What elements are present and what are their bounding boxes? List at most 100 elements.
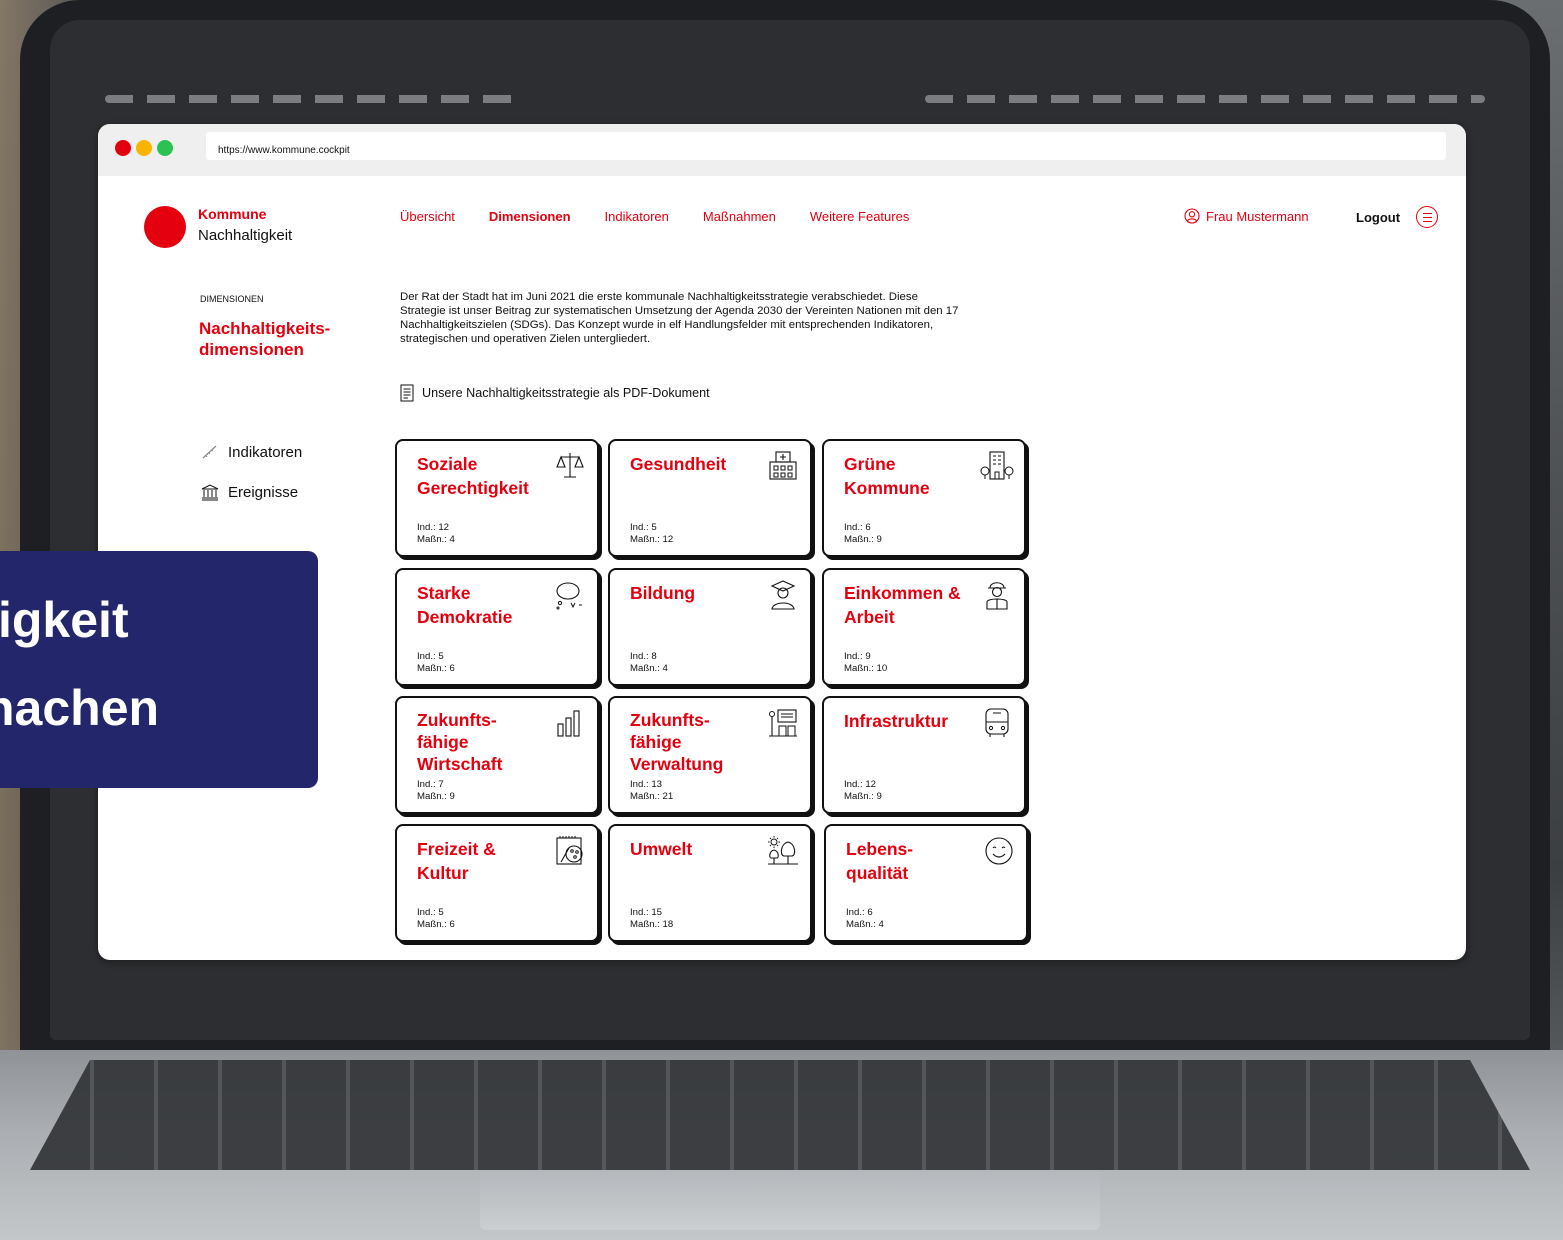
card-indicators: Ind.: 5 [417,907,444,918]
minimize-window-button[interactable] [136,140,152,156]
card-title: Einkommen & Arbeit [844,583,961,627]
speech-bubbles-icon [556,582,582,610]
close-window-button[interactable] [115,140,131,156]
bar-chart-icon [557,710,580,737]
nav-item-dimensionen[interactable]: Dimensionen [489,209,571,224]
hamburger-menu-icon[interactable] [1416,206,1438,228]
card-title: Bildung [630,583,696,603]
card-indicators: Ind.: 12 [844,779,877,790]
maximize-window-button[interactable] [157,140,173,156]
office-desk-icon [769,709,797,737]
nav-item-weitere-features[interactable]: Weitere Features [810,209,909,224]
card-title: Starke Demokratie [417,583,513,627]
palette-icon [556,836,583,865]
card-meta: Ind.: 6 Maßn.: 9 [844,522,882,545]
tree-sun-icon [768,836,798,865]
page-title: Nachhaltigkeits-dimensionen [199,319,331,360]
card-measures: Maßn.: 18 [630,918,674,930]
card-measures: Maßn.: 10 [844,662,888,674]
graduate-icon [770,580,796,610]
card-measures: Maßn.: 4 [630,662,668,674]
card-title: Gesundheit [630,454,727,474]
card-title: Freizeit & Kultur [417,839,496,883]
dimension-card-gruene-kommune[interactable]: Grüne Kommune Ind.: 6 Maßn.: 9 [822,439,1026,557]
sidebar-item-label: Ereignisse [228,483,299,501]
card-measures: Maßn.: 21 [630,790,674,802]
card-meta: Ind.: 12 Maßn.: 4 [417,522,455,545]
dimension-card-einkommen-arbeit[interactable]: Einkommen & Arbeit Ind.: 9 Maßn.: 10 [822,568,1026,686]
card-indicators: Ind.: 5 [630,522,657,533]
sidebar-item-indikatoren[interactable]: Indikatoren [200,442,302,462]
card-title: Zukunfts-fähige Wirtschaft [417,710,503,774]
card-meta: Ind.: 6 Maßn.: 4 [846,907,884,930]
card-indicators: Ind.: 7 [417,779,444,790]
ruler-icon [202,445,217,459]
hospital-icon [769,451,797,480]
user-name: Frau Mustermann [1206,208,1309,224]
intro-text: Der Rat der Stadt hat im Juni 2021 die e… [400,291,959,346]
card-measures: Maßn.: 6 [417,918,455,930]
pdf-link-label: Unsere Nachhaltigkeitsstrategie als PDF-… [422,386,710,400]
card-indicators: Ind.: 5 [417,651,444,662]
card-measures: Maßn.: 9 [417,790,455,802]
card-meta: Ind.: 15 Maßn.: 18 [630,907,673,930]
card-measures: Maßn.: 6 [417,662,455,674]
dimension-card-umwelt[interactable]: Umwelt Ind.: 15 Maßn.: 18 [608,824,812,942]
card-measures: Maßn.: 4 [417,533,455,545]
card-indicators: Ind.: 8 [630,651,657,662]
card-indicators: Ind.: 13 [630,779,663,790]
nav-item-uebersicht[interactable]: Übersicht [400,209,455,224]
laptop-trackpad [480,1170,1100,1230]
card-indicators: Ind.: 6 [844,522,871,533]
dimension-card-gesundheit[interactable]: Gesundheit Ind.: 5 Maßn.: 12 [608,439,812,557]
card-meta: Ind.: 5 Maßn.: 6 [417,907,455,930]
logo-icon[interactable] [144,206,186,248]
card-meta: Ind.: 7 Maßn.: 9 [417,779,455,802]
promo-banner: igkeit nachen [0,551,318,788]
card-title: Umwelt [630,839,693,859]
dimension-card-bildung[interactable]: Bildung Ind.: 8 Maßn.: 4 [608,568,812,686]
card-meta: Ind.: 12 Maßn.: 9 [844,779,882,802]
dimension-card-infrastruktur[interactable]: Infrastruktur Ind.: 12 Maßn.: 9 [822,696,1026,814]
dimension-card-starke-demokratie[interactable]: Starke Demokratie Ind.: 5 Maßn.: 6 [395,568,599,686]
logout-button[interactable]: Logout [1356,210,1400,225]
main-nav: Übersicht Dimensionen Indikatoren Maßnah… [400,209,943,224]
mac-menubar-blurred [105,90,1485,108]
dimension-card-soziale-gerechtigkeit[interactable]: Soziale Gerechtigkeit Ind.: 12 Maßn.: 4 [395,439,599,557]
card-measures: Maßn.: 9 [844,533,882,545]
user-menu[interactable]: Frau Mustermann [1184,208,1309,224]
card-measures: Maßn.: 9 [844,790,882,802]
card-title: Grüne Kommune [844,454,930,498]
museum-icon [201,484,219,501]
card-title: Zukunfts-fähige Verwaltung [630,710,724,774]
dimension-card-freizeit-kultur[interactable]: Freizeit & Kultur Ind.: 5 Maßn.: 6 [395,824,599,942]
nav-item-indikatoren[interactable]: Indikatoren [605,209,669,224]
brand-name[interactable]: Kommune [198,206,266,222]
brand-subtitle: Nachhaltigkeit [198,227,293,244]
card-indicators: Ind.: 6 [846,907,873,918]
card-measures: Maßn.: 12 [630,533,674,545]
card-indicators: Ind.: 12 [417,522,450,533]
pdf-download-link[interactable]: Unsere Nachhaltigkeitsstrategie als PDF-… [400,384,710,402]
card-meta: Ind.: 13 Maßn.: 21 [630,779,673,802]
green-building-icon [980,451,1014,480]
card-meta: Ind.: 8 Maßn.: 4 [630,651,668,674]
card-indicators: Ind.: 9 [844,651,871,662]
dimension-card-zukunftsfaehige-wirtschaft[interactable]: Zukunfts-fähige Wirtschaft Ind.: 7 Maßn.… [395,696,599,814]
nav-item-massnahmen[interactable]: Maßnahmen [703,209,776,224]
user-icon [1184,208,1200,224]
card-title: Infrastruktur [844,711,949,731]
url-bar[interactable]: https://www.kommune.cockpit [206,132,1446,160]
browser-titlebar: https://www.kommune.cockpit [98,124,1466,176]
card-title: Lebens-qualität [846,839,914,883]
card-meta: Ind.: 9 Maßn.: 10 [844,651,887,674]
laptop-keyboard [30,1060,1530,1170]
card-meta: Ind.: 5 Maßn.: 12 [630,522,673,545]
section-label: DIMENSIONEN [200,294,264,304]
banner-line-1: igkeit [0,592,129,648]
dimension-card-lebensqualitaet[interactable]: Lebens-qualität Ind.: 6 Maßn.: 4 [824,824,1028,942]
browser-window: https://www.kommune.cockpit Kommune Nach… [98,124,1466,960]
card-meta: Ind.: 5 Maßn.: 6 [417,651,455,674]
sidebar-item-ereignisse[interactable]: Ereignisse [200,482,298,502]
dimension-card-zukunftsfaehige-verwaltung[interactable]: Zukunfts-fähige Verwaltung Ind.: 13 Maßn… [608,696,812,814]
